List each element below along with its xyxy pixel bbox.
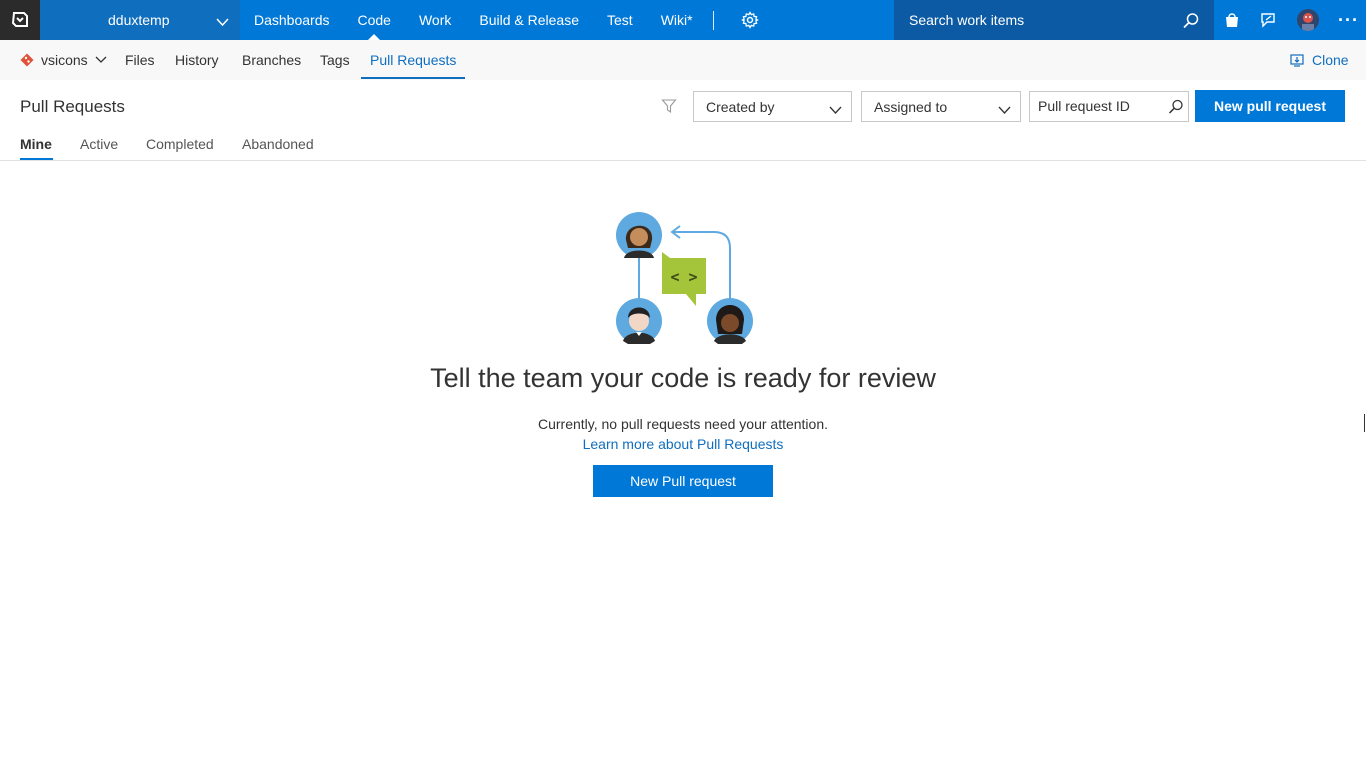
tab-tags[interactable]: Tags [320, 40, 350, 80]
empty-state-subtext: Currently, no pull requests need your at… [537, 416, 829, 432]
page-title: Pull Requests [20, 97, 125, 116]
more-ellipsis-icon[interactable]: ··· [1338, 10, 1359, 31]
active-tab-indicator [361, 77, 465, 79]
user-avatar[interactable] [1297, 9, 1319, 31]
chevron-down-icon [998, 102, 1011, 118]
created-by-dropdown[interactable]: Created by [693, 91, 852, 122]
tab-files[interactable]: Files [125, 40, 155, 80]
assigned-to-label: Assigned to [874, 99, 948, 115]
vsts-logo-icon[interactable] [0, 0, 40, 40]
project-selector[interactable]: dduxtemp [40, 0, 240, 40]
project-name: dduxtemp [108, 12, 170, 28]
created-by-label: Created by [706, 99, 775, 115]
chevron-down-icon [95, 56, 107, 64]
feedback-icon[interactable] [1259, 11, 1277, 29]
svg-text:< >: < > [670, 268, 697, 286]
search-work-items-box[interactable]: Search work items [894, 0, 1214, 40]
text-cursor [1364, 414, 1365, 432]
pivot-active[interactable]: Active [80, 136, 118, 152]
search-placeholder: Search work items [909, 12, 1025, 28]
assigned-to-dropdown[interactable]: Assigned to [861, 91, 1021, 122]
clone-icon [1290, 53, 1304, 67]
empty-state-headline: Tell the team your code is ready for rev… [430, 363, 936, 393]
pivot-mine[interactable]: Mine [20, 136, 52, 152]
nav-work[interactable]: Work [405, 0, 465, 40]
pull-request-id-field[interactable] [1029, 91, 1189, 122]
nav-dashboards[interactable]: Dashboards [240, 0, 344, 40]
filter-icon[interactable] [661, 98, 677, 114]
new-pull-request-button[interactable]: New pull request [1195, 90, 1345, 122]
nav-divider [713, 11, 714, 30]
chevron-down-icon [829, 102, 842, 118]
chevron-down-icon [216, 14, 229, 30]
git-repo-icon [20, 53, 34, 67]
learn-more-link[interactable]: Learn more about Pull Requests [583, 436, 784, 452]
header-divider [0, 160, 1366, 161]
tab-history[interactable]: History [175, 40, 219, 80]
pivot-abandoned[interactable]: Abandoned [242, 136, 314, 152]
nav-test[interactable]: Test [593, 0, 647, 40]
pull-request-id-input[interactable] [1038, 98, 1158, 114]
nav-build-release[interactable]: Build & Release [465, 0, 593, 40]
tab-branches[interactable]: Branches [242, 40, 301, 80]
tab-pull-requests[interactable]: Pull Requests [370, 40, 456, 80]
search-icon[interactable] [1182, 12, 1200, 35]
nav-wiki[interactable]: Wiki* [647, 0, 707, 40]
marketplace-bag-icon[interactable] [1223, 11, 1241, 29]
clone-button[interactable]: Clone [1290, 52, 1349, 68]
code-hub-subnav: vsicons Files History Branches Tags Pull… [0, 40, 1366, 80]
top-navigation-bar: dduxtemp Dashboards Code Work Build & Re… [0, 0, 1366, 40]
search-icon[interactable] [1168, 99, 1184, 120]
settings-gear-icon[interactable] [741, 11, 759, 29]
clone-label: Clone [1312, 52, 1349, 68]
pivot-completed[interactable]: Completed [146, 136, 214, 152]
new-pull-request-empty-state-button[interactable]: New Pull request [593, 465, 773, 497]
repo-selector[interactable]: vsicons [20, 52, 107, 68]
pull-request-illustration: < > [616, 212, 753, 344]
nav-code[interactable]: Code [344, 0, 405, 40]
repo-name: vsicons [41, 52, 88, 68]
